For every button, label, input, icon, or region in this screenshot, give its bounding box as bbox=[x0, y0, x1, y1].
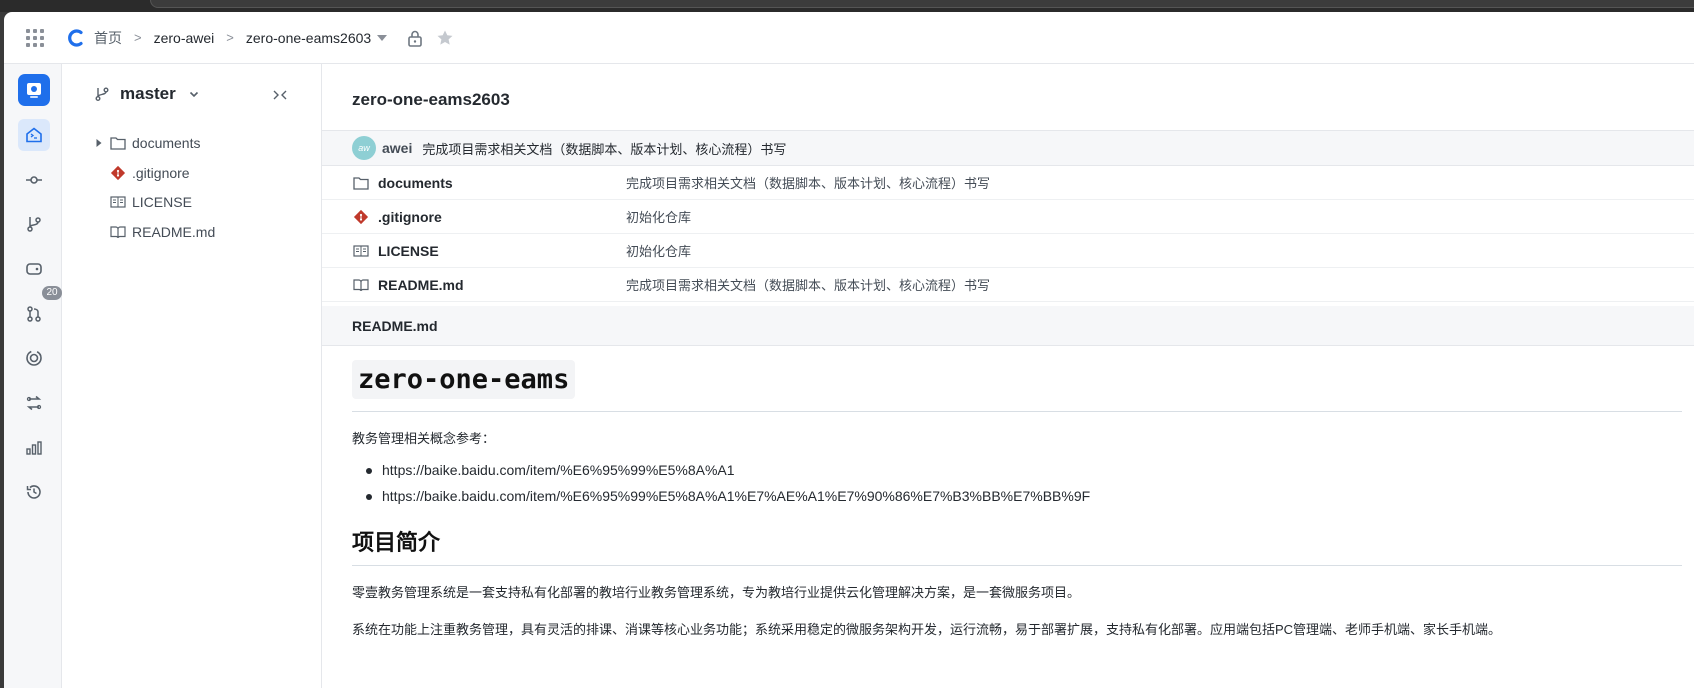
readme-ref-label: 教务管理相关概念参考： bbox=[352, 431, 496, 446]
repo-switch-caret-icon[interactable] bbox=[377, 34, 388, 41]
statistics-icon bbox=[26, 441, 42, 455]
commit-author[interactable]: awei bbox=[382, 140, 412, 156]
git-icon bbox=[353, 209, 369, 225]
file-row-gitignore[interactable]: .gitignore 初始化仓库 bbox=[322, 200, 1694, 234]
file-row-readme[interactable]: README.md 完成项目需求相关文档（数据脚本、版本计划、核心流程）书写 bbox=[322, 268, 1694, 302]
file-name[interactable]: documents bbox=[378, 175, 453, 191]
file-name[interactable]: README.md bbox=[378, 277, 464, 293]
branch-name: master bbox=[120, 84, 176, 103]
git-icon bbox=[109, 164, 127, 182]
address-bar[interactable] bbox=[150, 0, 1694, 8]
nav-branches[interactable] bbox=[18, 208, 50, 240]
tree-item-license[interactable]: LICENSE bbox=[92, 191, 192, 213]
file-commit-message[interactable]: 初始化仓库 bbox=[626, 241, 691, 260]
breadcrumb-home[interactable]: 首页 bbox=[94, 28, 122, 48]
divider bbox=[352, 411, 1682, 412]
history-icon bbox=[26, 485, 41, 499]
lock-icon bbox=[408, 30, 422, 47]
branch-icon bbox=[95, 87, 109, 101]
readme-header: README.md bbox=[322, 306, 1694, 346]
folder-icon bbox=[109, 134, 127, 152]
tree-item-readme[interactable]: README.md bbox=[92, 221, 215, 243]
file-commit-message[interactable]: 完成项目需求相关文档（数据脚本、版本计划、核心流程）书写 bbox=[626, 275, 990, 294]
readme-h2: 项目简介 bbox=[352, 530, 441, 555]
book-icon bbox=[109, 223, 127, 241]
chevron-right-icon: > bbox=[226, 30, 234, 45]
file-commit-message[interactable]: 初始化仓库 bbox=[626, 207, 691, 226]
readme-paragraph: 系统在功能上注重教务管理，具有灵活的排课、消课等核心业务功能；系统采用稳定的微服… bbox=[352, 622, 1502, 637]
expand-caret-icon[interactable] bbox=[92, 138, 106, 148]
branches-icon bbox=[27, 217, 41, 232]
file-commit-message[interactable]: 完成项目需求相关文档（数据脚本、版本计划、核心流程）书写 bbox=[626, 173, 990, 192]
readme-h1: zero-one-eams bbox=[352, 360, 576, 399]
tree-item-label: .gitignore bbox=[132, 165, 190, 181]
readme-link-list: https://baike.baidu.com/item/%E6%95%99%E… bbox=[366, 457, 1682, 509]
commit-message[interactable]: 完成项目需求相关文档（数据脚本、版本计划、核心流程）书写 bbox=[422, 139, 786, 158]
codeup-logo-icon[interactable] bbox=[66, 28, 86, 48]
branch-selector[interactable]: master bbox=[94, 84, 200, 104]
license-icon bbox=[109, 193, 127, 211]
breadcrumb-repo[interactable]: zero-one-eams2603 bbox=[246, 30, 371, 46]
divider bbox=[352, 565, 1682, 566]
latest-commit-bar: aw awei 完成项目需求相关文档（数据脚本、版本计划、核心流程）书写 bbox=[322, 130, 1694, 166]
merge-requests-icon bbox=[27, 306, 41, 322]
nav-history[interactable] bbox=[18, 476, 50, 508]
repo-logo-icon bbox=[27, 83, 41, 98]
file-name[interactable]: LICENSE bbox=[378, 243, 439, 259]
nav-merge-requests[interactable] bbox=[18, 298, 50, 330]
nav-tags[interactable] bbox=[18, 253, 50, 285]
nav-compare[interactable] bbox=[18, 387, 50, 419]
file-tree-panel: master documents .gitignore LICENSE READ… bbox=[62, 64, 322, 688]
book-icon bbox=[353, 277, 369, 293]
commits-icon bbox=[26, 176, 42, 184]
tree-item-documents[interactable]: documents bbox=[92, 132, 200, 154]
star-icon[interactable] bbox=[435, 28, 455, 48]
top-header: 首页 > zero-awei > zero-one-eams2603 bbox=[4, 12, 1694, 64]
breadcrumb-org[interactable]: zero-awei bbox=[154, 30, 215, 46]
folder-icon bbox=[353, 175, 369, 191]
repo-title: zero-one-eams2603 bbox=[352, 90, 510, 109]
tree-item-label: README.md bbox=[132, 224, 216, 240]
tree-item-gitignore[interactable]: .gitignore bbox=[92, 162, 190, 184]
file-row-documents[interactable]: documents 完成项目需求相关文档（数据脚本、版本计划、核心流程）书写 bbox=[322, 166, 1694, 200]
readme-link[interactable]: https://baike.baidu.com/item/%E6%95%99%E… bbox=[366, 457, 1682, 483]
left-nav-rail: 20 bbox=[4, 64, 62, 688]
nav-statistics[interactable] bbox=[18, 432, 50, 464]
readme-link[interactable]: https://baike.baidu.com/item/%E6%95%99%E… bbox=[366, 483, 1682, 509]
tags-icon bbox=[26, 263, 42, 275]
nav-commits[interactable] bbox=[18, 164, 50, 196]
repo-avatar[interactable] bbox=[18, 74, 50, 106]
collapse-panel-icon[interactable] bbox=[272, 88, 288, 102]
readme-paragraph: 零壹教务管理系统是一套支持私有化部署的教培行业教务管理系统，专为教培行业提供云化… bbox=[352, 585, 1081, 600]
tree-item-label: documents bbox=[132, 135, 201, 151]
readme-content: zero-one-eams 教务管理相关概念参考： https://baike.… bbox=[352, 360, 1682, 638]
avatar[interactable]: aw bbox=[352, 136, 376, 160]
app-window: 首页 > zero-awei > zero-one-eams2603 20 ma… bbox=[4, 12, 1694, 688]
tree-item-label: LICENSE bbox=[132, 194, 192, 210]
nav-pipelines[interactable] bbox=[18, 342, 50, 374]
compare-icon bbox=[26, 395, 42, 411]
repo-home-icon bbox=[26, 127, 42, 143]
main-content: zero-one-eams2603 aw awei 完成项目需求相关文档（数据脚… bbox=[322, 64, 1694, 688]
chevron-down-icon bbox=[189, 91, 198, 98]
nav-repo-home[interactable] bbox=[18, 119, 50, 151]
file-name[interactable]: .gitignore bbox=[378, 209, 442, 225]
chevron-right-icon: > bbox=[134, 30, 142, 45]
file-row-license[interactable]: LICENSE 初始化仓库 bbox=[322, 234, 1694, 268]
pipelines-icon bbox=[26, 350, 42, 366]
apps-grid-icon[interactable] bbox=[26, 28, 44, 47]
browser-top-strip bbox=[0, 0, 1694, 12]
license-icon bbox=[353, 243, 369, 259]
